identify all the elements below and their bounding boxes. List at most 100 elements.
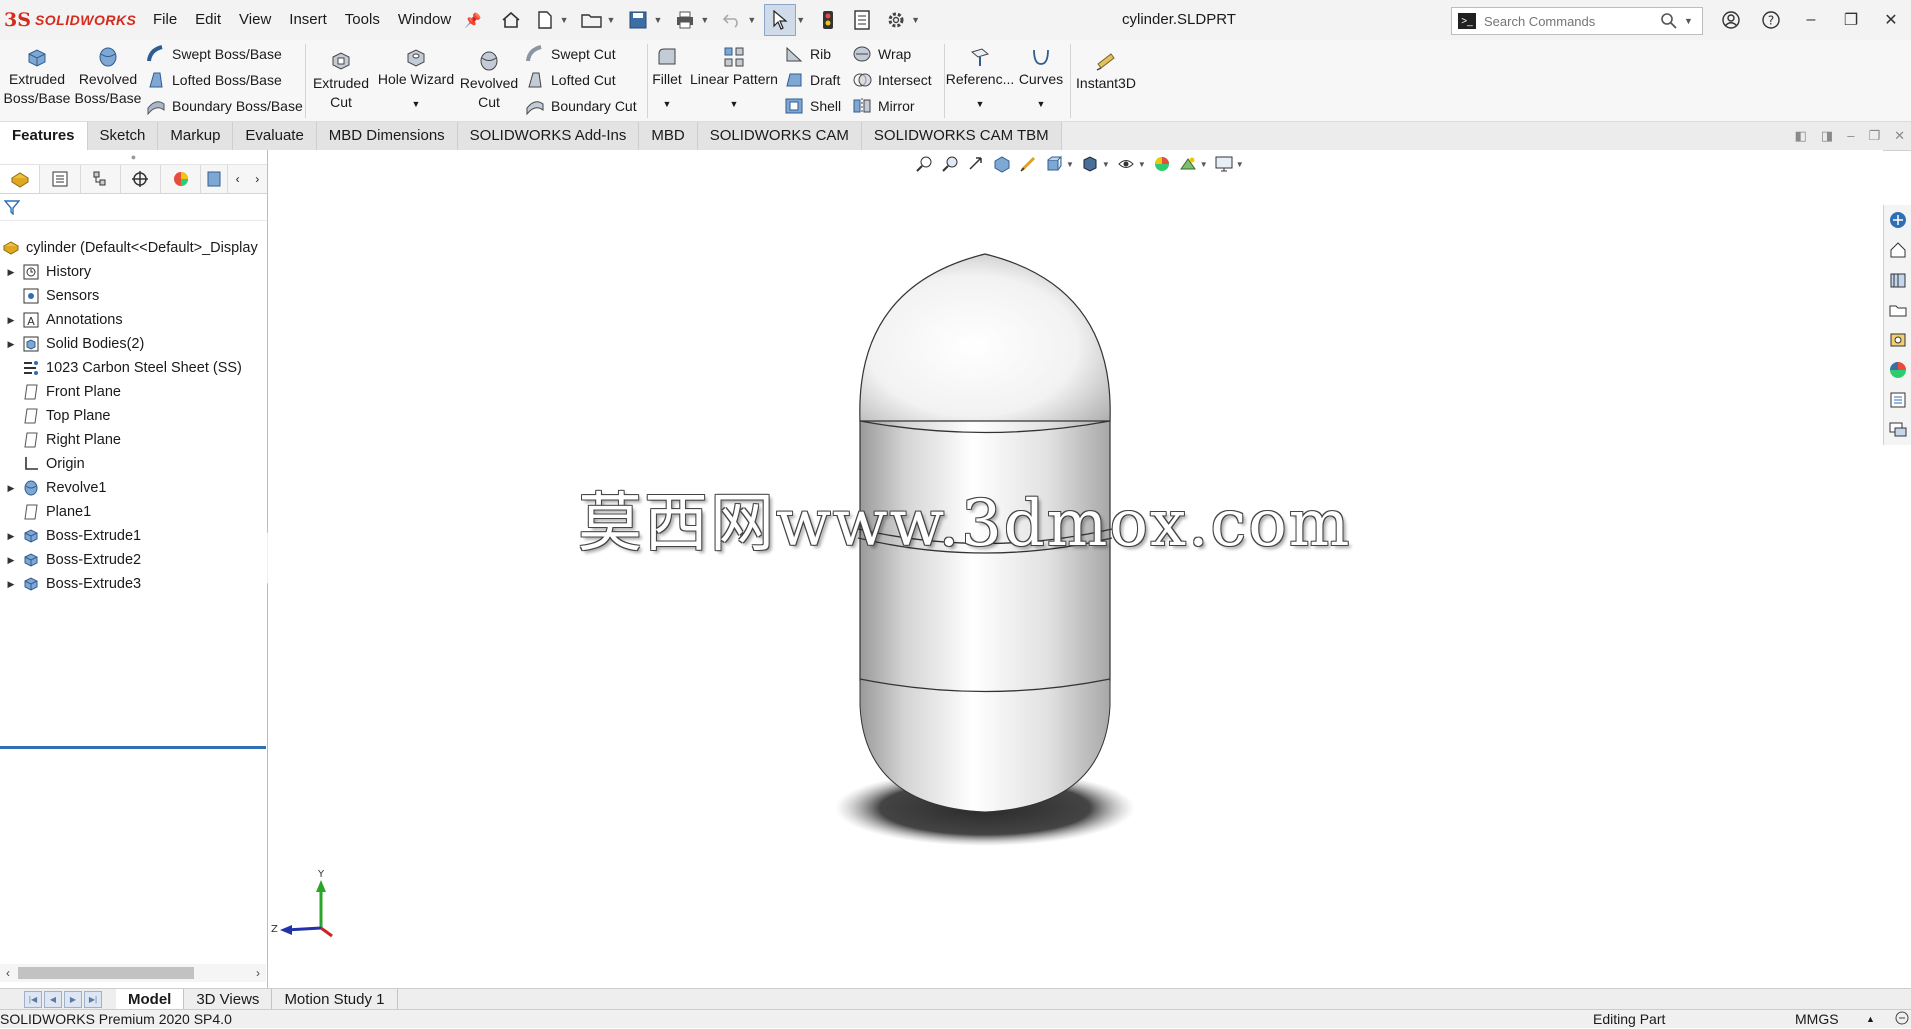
zoom-to-area-icon[interactable]: [940, 154, 960, 174]
undo-dropdown-icon[interactable]: ▼: [747, 15, 756, 25]
save-icon[interactable]: [623, 5, 653, 35]
linear-pattern-button[interactable]: Linear Pattern ▼: [688, 46, 780, 114]
scroll-thumb[interactable]: [18, 967, 194, 979]
options-gear-icon[interactable]: [881, 5, 911, 35]
tab-sketch[interactable]: Sketch: [87, 122, 159, 150]
tree-horizontal-scrollbar[interactable]: ‹ ›: [0, 964, 266, 982]
property-manager-tab-icon[interactable]: [40, 165, 81, 193]
scroll-track[interactable]: [16, 966, 250, 980]
view-palette-icon[interactable]: [1884, 295, 1911, 325]
last-tab-nav-icon[interactable]: ▶|: [84, 991, 102, 1008]
menu-edit[interactable]: Edit: [186, 0, 230, 40]
reference-dropdown-icon[interactable]: ▼: [976, 95, 985, 114]
tree-item-history[interactable]: ▶ History: [0, 260, 267, 284]
tab-markup[interactable]: Markup: [158, 122, 234, 150]
view-orientation-dropdown-icon[interactable]: ▼: [1066, 160, 1074, 169]
first-tab-nav-icon[interactable]: |◀: [24, 991, 42, 1008]
save-dropdown-icon[interactable]: ▼: [653, 15, 662, 25]
view-orientation-icon[interactable]: [1044, 154, 1064, 174]
curves-button[interactable]: Curves ▼: [1016, 46, 1066, 114]
tree-item-solid-bodies-2[interactable]: ▶ Solid Bodies(2): [0, 332, 267, 356]
expand-arrow-icon[interactable]: ▶: [0, 555, 22, 566]
tree-item-boss-extrude3[interactable]: ▶ Boss-Extrude3: [0, 572, 267, 596]
select-cursor-icon[interactable]: [764, 4, 797, 36]
tab-motion-study-1[interactable]: Motion Study 1: [272, 989, 398, 1010]
file-properties-icon[interactable]: [847, 5, 877, 35]
solidworks-logo[interactable]: 3S SOLIDWORKS: [4, 9, 136, 31]
menu-window[interactable]: Window: [389, 0, 460, 40]
panel-grip-handle[interactable]: ●: [0, 150, 267, 165]
print-icon[interactable]: [670, 5, 700, 35]
solidworks-resources-icon[interactable]: [1884, 205, 1911, 235]
home-icon[interactable]: [496, 5, 526, 35]
hole-wizard-button[interactable]: Hole Wizard ▼: [376, 46, 456, 114]
prev-tab-nav-icon[interactable]: ◀: [44, 991, 62, 1008]
mirror-button[interactable]: Mirror: [852, 94, 915, 118]
intersect-button[interactable]: Intersect: [852, 68, 932, 92]
file-explorer-icon[interactable]: [1884, 265, 1911, 295]
revolved-cut-button[interactable]: Revolved Cut: [458, 50, 520, 112]
tab-3d-views[interactable]: 3D Views: [184, 989, 273, 1010]
undo-icon[interactable]: [717, 5, 747, 35]
tab-solidworks-add-ins[interactable]: SOLIDWORKS Add-Ins: [457, 122, 640, 150]
minimize-icon[interactable]: –: [1791, 0, 1831, 40]
fillet-dropdown-icon[interactable]: ▼: [663, 95, 672, 114]
wrap-button[interactable]: Wrap: [852, 42, 911, 66]
tree-item-front-plane[interactable]: Front Plane: [0, 380, 267, 404]
lofted-cut-button[interactable]: Lofted Cut: [525, 68, 616, 92]
close-icon[interactable]: ✕: [1871, 0, 1911, 40]
print-dropdown-icon[interactable]: ▼: [700, 15, 709, 25]
apply-scene-icon[interactable]: [1178, 154, 1198, 174]
swept-cut-button[interactable]: Swept Cut: [525, 42, 616, 66]
custom-properties-icon[interactable]: [1884, 385, 1911, 415]
help-icon[interactable]: ?: [1751, 0, 1791, 40]
open-dropdown-icon[interactable]: ▼: [607, 15, 616, 25]
menu-file[interactable]: File: [144, 0, 186, 40]
expand-arrow-icon[interactable]: ▶: [0, 531, 22, 542]
pin-icon[interactable]: 📌: [464, 12, 481, 29]
tree-item-plane1[interactable]: Plane1: [0, 500, 267, 524]
tile-left-icon[interactable]: ◧: [1795, 122, 1807, 150]
tab-solidworks-cam-tbm[interactable]: SOLIDWORKS CAM TBM: [861, 122, 1062, 150]
tree-item-boss-extrude1[interactable]: ▶ Boss-Extrude1: [0, 524, 267, 548]
search-icon[interactable]: [1660, 12, 1678, 30]
menu-tools[interactable]: Tools: [336, 0, 389, 40]
dimxpert-manager-tab-icon[interactable]: [121, 165, 161, 193]
new-dropdown-icon[interactable]: ▼: [560, 15, 569, 25]
tree-item-revolve1[interactable]: ▶ Revolve1: [0, 476, 267, 500]
tab-scroll-left-icon[interactable]: ‹: [228, 172, 248, 186]
doc-close-icon[interactable]: ✕: [1894, 122, 1905, 150]
search-commands-input[interactable]: [1482, 12, 1656, 30]
cam-manager-tab-icon[interactable]: [201, 165, 228, 193]
next-tab-nav-icon[interactable]: ▶: [64, 991, 82, 1008]
tree-item-1023-carbon-steel-sheet-ss[interactable]: 1023 Carbon Steel Sheet (SS): [0, 356, 267, 380]
display-style-dropdown-icon[interactable]: ▼: [1102, 160, 1110, 169]
expand-arrow-icon[interactable]: ▶: [0, 267, 22, 278]
linear-pattern-dropdown-icon[interactable]: ▼: [730, 95, 739, 114]
dynamic-annotation-icon[interactable]: [1018, 154, 1038, 174]
menu-view[interactable]: View: [230, 0, 280, 40]
revolved-boss-base-button[interactable]: Revolved Boss/Base: [74, 46, 142, 108]
select-dropdown-icon[interactable]: ▼: [796, 15, 805, 25]
swept-boss-base-button[interactable]: Swept Boss/Base: [146, 42, 282, 66]
expand-arrow-icon[interactable]: ▶: [0, 315, 22, 326]
rib-button[interactable]: Rib: [784, 42, 831, 66]
reference-geometry-button[interactable]: Referenc... ▼: [946, 46, 1014, 114]
lofted-boss-base-button[interactable]: Lofted Boss/Base: [146, 68, 282, 92]
doc-restore-icon[interactable]: ❐: [1868, 122, 1880, 150]
previous-view-icon[interactable]: [966, 154, 986, 174]
search-commands-box[interactable]: >_ ▼: [1451, 7, 1703, 35]
draft-button[interactable]: Draft: [784, 68, 840, 92]
graphics-area[interactable]: ▼ ▼ ▼ ▼ ▼ 莫西网www.3dmox.com Y Z: [268, 150, 1883, 988]
display-style-icon[interactable]: [1080, 154, 1100, 174]
instant3d-button[interactable]: Instant3D: [1074, 50, 1138, 93]
tree-item-origin[interactable]: Origin: [0, 452, 267, 476]
tab-model[interactable]: Model: [116, 989, 185, 1010]
hole-wizard-dropdown-icon[interactable]: ▼: [412, 95, 421, 114]
boundary-cut-button[interactable]: Boundary Cut: [525, 94, 637, 118]
unit-system-text[interactable]: MMGS: [1795, 1010, 1839, 1028]
options-dropdown-icon[interactable]: ▼: [911, 15, 920, 25]
doc-minimize-icon[interactable]: –: [1847, 122, 1854, 150]
appearance-color-icon[interactable]: [1884, 355, 1911, 385]
tab-features[interactable]: Features: [0, 122, 88, 150]
